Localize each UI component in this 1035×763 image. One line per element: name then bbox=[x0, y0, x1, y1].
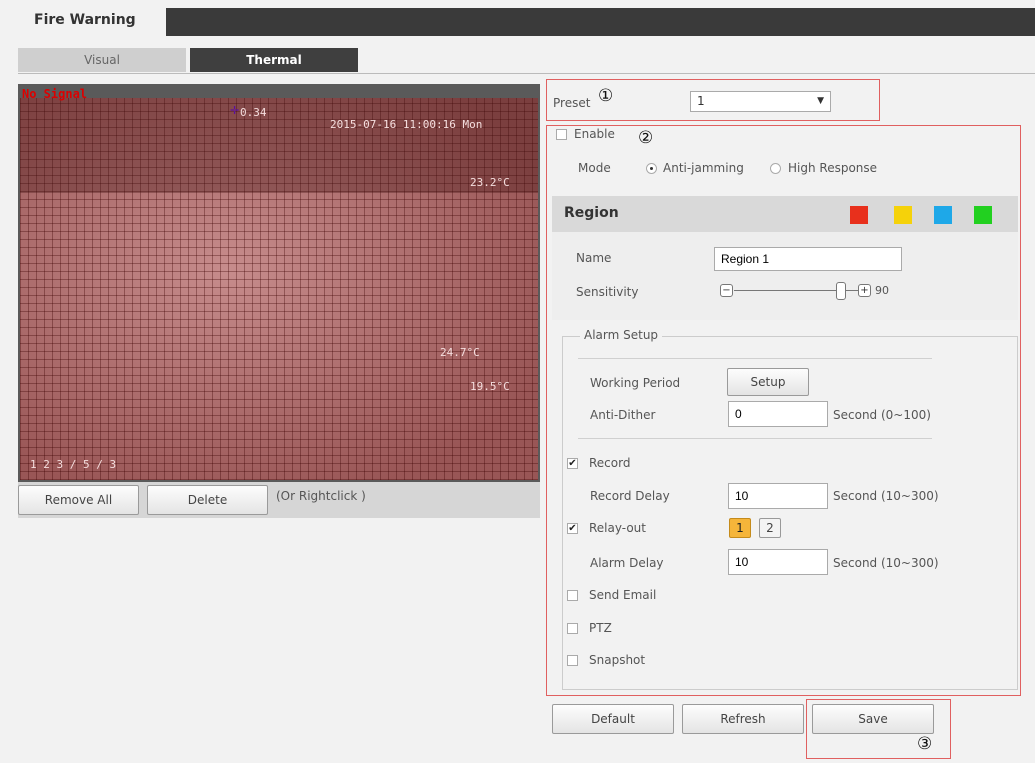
video-timestamp: 2015-07-16 11:00:16 Mon bbox=[330, 118, 483, 131]
region-color-blue[interactable] bbox=[934, 206, 952, 224]
video-status: No Signal bbox=[22, 87, 88, 101]
refresh-button[interactable]: Refresh bbox=[682, 704, 804, 734]
alarm-setup-legend: Alarm Setup bbox=[580, 328, 663, 342]
rightclick-hint: (Or Rightclick ) bbox=[276, 489, 366, 503]
region-color-green[interactable] bbox=[974, 206, 992, 224]
sensitivity-slider-track[interactable] bbox=[734, 290, 838, 291]
marker-3: ③ bbox=[917, 734, 933, 754]
region-header: Region bbox=[552, 196, 1018, 232]
send-email-checkbox[interactable] bbox=[567, 590, 578, 601]
video-overlay-2: 23.2°C bbox=[470, 176, 510, 189]
video-overlay-1: 0.34 bbox=[240, 106, 267, 119]
preset-select[interactable]: 1 ▼ bbox=[690, 91, 831, 112]
tab-thermal[interactable]: Thermal bbox=[190, 48, 358, 72]
snapshot-checkbox[interactable] bbox=[567, 655, 578, 666]
anti-dither-label: Anti-Dither bbox=[590, 408, 656, 422]
video-overlay-bottom: 1 2 3 / 5 / 3 bbox=[30, 458, 117, 471]
mode-high-response-label: High Response bbox=[788, 161, 878, 175]
video-controls: Remove All Delete (Or Rightclick ) bbox=[18, 482, 540, 518]
alarm-delay-unit: Second (10~300) bbox=[833, 556, 939, 570]
mode-label: Mode bbox=[578, 161, 611, 175]
save-button[interactable]: Save bbox=[812, 704, 934, 734]
sensitivity-plus-button[interactable]: + bbox=[858, 284, 871, 297]
preset-value: 1 bbox=[697, 94, 705, 108]
region-color-red[interactable] bbox=[850, 206, 868, 224]
video-overlay-4: 19.5°C bbox=[470, 380, 510, 393]
marker-1: ① bbox=[598, 86, 614, 106]
region-name-label: Name bbox=[576, 251, 612, 265]
record-delay-input[interactable] bbox=[728, 483, 828, 509]
delete-button[interactable]: Delete bbox=[147, 485, 268, 515]
preset-label: Preset bbox=[553, 96, 591, 110]
chevron-down-icon: ▼ bbox=[817, 96, 824, 106]
relay-out-checkbox[interactable]: ✔ bbox=[567, 523, 578, 534]
default-button[interactable]: Default bbox=[552, 704, 674, 734]
snapshot-label: Snapshot bbox=[589, 653, 646, 667]
tab-fire-warning[interactable]: Fire Warning bbox=[18, 8, 166, 40]
mode-radio-high-response[interactable] bbox=[770, 163, 781, 174]
sensitivity-minus-button[interactable]: − bbox=[720, 284, 733, 297]
sensitivity-slider-track-end bbox=[846, 290, 858, 291]
send-email-label: Send Email bbox=[589, 588, 657, 602]
record-checkbox[interactable]: ✔ bbox=[567, 458, 578, 469]
sensitivity-label: Sensitivity bbox=[576, 285, 639, 299]
ptz-label: PTZ bbox=[589, 621, 612, 635]
alarm-delay-label: Alarm Delay bbox=[590, 556, 664, 570]
video-overlay-3: 24.7°C bbox=[440, 346, 480, 359]
enable-checkbox[interactable] bbox=[556, 129, 567, 140]
relay-2-button[interactable]: 2 bbox=[759, 518, 781, 538]
anti-dither-input[interactable] bbox=[728, 401, 828, 427]
tab-divider bbox=[18, 73, 1035, 74]
region-color-yellow[interactable] bbox=[894, 206, 912, 224]
region-body: Name Sensitivity − + 90 bbox=[552, 232, 1018, 320]
sensitivity-slider-handle[interactable] bbox=[836, 282, 846, 300]
relay-out-label: Relay-out bbox=[589, 521, 646, 535]
sensitivity-value: 90 bbox=[875, 284, 889, 297]
thermal-video-view[interactable]: No Signal ✛ 0.34 2015-07-16 11:00:16 Mon… bbox=[18, 84, 540, 482]
relay-1-button[interactable]: 1 bbox=[729, 518, 751, 538]
record-label: Record bbox=[589, 456, 631, 470]
working-period-label: Working Period bbox=[590, 376, 681, 390]
tab-visual[interactable]: Visual bbox=[18, 48, 186, 72]
record-delay-label: Record Delay bbox=[590, 489, 670, 503]
enable-label: Enable bbox=[574, 127, 615, 141]
setup-button[interactable]: Setup bbox=[727, 368, 809, 396]
top-tab-bar bbox=[18, 8, 1035, 36]
mode-radio-anti-jamming[interactable] bbox=[646, 163, 657, 174]
remove-all-button[interactable]: Remove All bbox=[18, 485, 139, 515]
marker-2: ② bbox=[638, 128, 654, 148]
record-delay-unit: Second (10~300) bbox=[833, 489, 939, 503]
ptz-checkbox[interactable] bbox=[567, 623, 578, 634]
mode-anti-jamming-label: Anti-jamming bbox=[663, 161, 744, 175]
anti-dither-unit: Second (0~100) bbox=[833, 408, 931, 422]
separator bbox=[578, 438, 932, 439]
alarm-delay-input[interactable] bbox=[728, 549, 828, 575]
region-name-input[interactable] bbox=[714, 247, 902, 271]
thermal-image bbox=[20, 98, 538, 480]
cursor-marker: ✛ bbox=[230, 104, 240, 117]
region-title: Region bbox=[564, 205, 619, 221]
separator bbox=[578, 358, 932, 359]
